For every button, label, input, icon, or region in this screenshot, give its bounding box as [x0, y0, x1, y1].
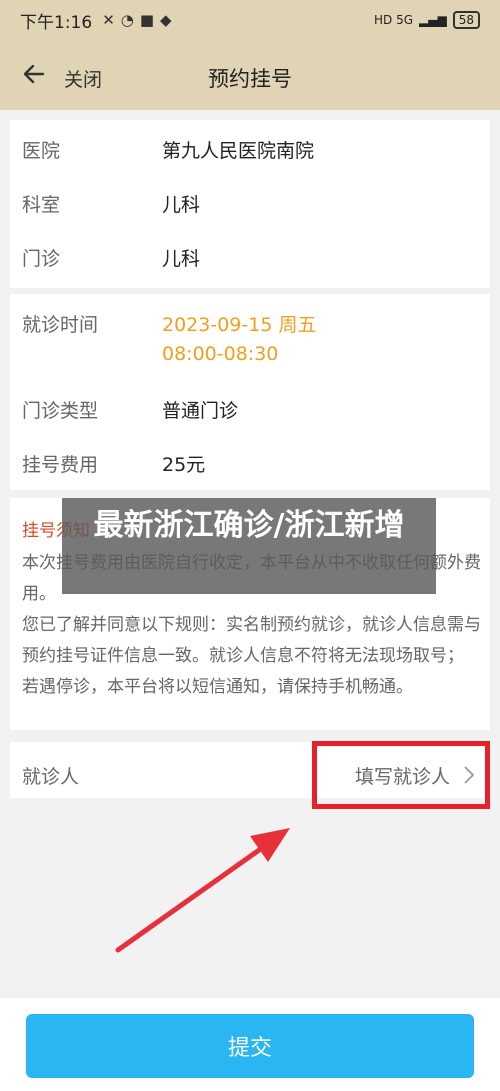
status-right: HD 5G ▂▄▆ 58 — [374, 11, 480, 29]
department-label: 科室 — [22, 194, 61, 216]
watermark-overlay: 最新浙江确诊/浙江新增 — [62, 498, 436, 594]
clinic-value: 儿科 — [162, 248, 201, 270]
page-title: 预约挂号 — [208, 67, 292, 91]
clinic-type-label: 门诊类型 — [22, 400, 99, 422]
submit-button[interactable]: 提交 — [26, 1014, 474, 1078]
visit-info-card: 就诊时间 2023-09-15 周五 08:00-08:30 门诊类型 普通门诊… — [10, 294, 490, 490]
fee-value: 25元 — [162, 454, 206, 476]
fee-label: 挂号费用 — [22, 454, 99, 476]
patient-label: 就诊人 — [22, 766, 80, 788]
app-notification-icon-2: ◆ — [160, 11, 172, 29]
alarm-icon: ◔ — [120, 11, 134, 29]
hospital-label: 医院 — [22, 140, 61, 162]
clinic-type-value: 普通门诊 — [162, 400, 239, 422]
submit-label: 提交 — [227, 1036, 272, 1061]
clinic-label: 门诊 — [22, 248, 61, 270]
visit-time-value: 08:00-08:30 — [162, 343, 279, 365]
battery-icon: 58 — [452, 11, 480, 29]
mute-icon: ✕ — [102, 11, 115, 29]
hospital-info-card: 医院 第九人民医院南院 科室 儿科 门诊 儿科 — [10, 120, 490, 288]
signal-icon: ▂▄▆ — [419, 13, 447, 27]
app-notification-icon: ■ — [139, 11, 155, 29]
status-bar: 下午1:16 ✕ ◔ ■ ◆ HD 5G ▂▄▆ 58 — [0, 0, 500, 40]
footer: 提交 — [0, 998, 500, 1091]
visit-date-value: 2023-09-15 周五 — [162, 314, 317, 336]
status-time: 下午1:16 — [20, 12, 93, 33]
department-value: 儿科 — [162, 194, 201, 216]
highlight-box — [312, 741, 490, 809]
network-indicator: HD 5G — [374, 13, 414, 27]
visit-time-label: 就诊时间 — [22, 314, 99, 336]
hospital-value: 第九人民医院南院 — [162, 140, 315, 162]
nav-bar: 关闭 预约挂号 — [0, 40, 500, 110]
watermark-text: 最新浙江确诊/浙江新增 — [93, 508, 405, 543]
